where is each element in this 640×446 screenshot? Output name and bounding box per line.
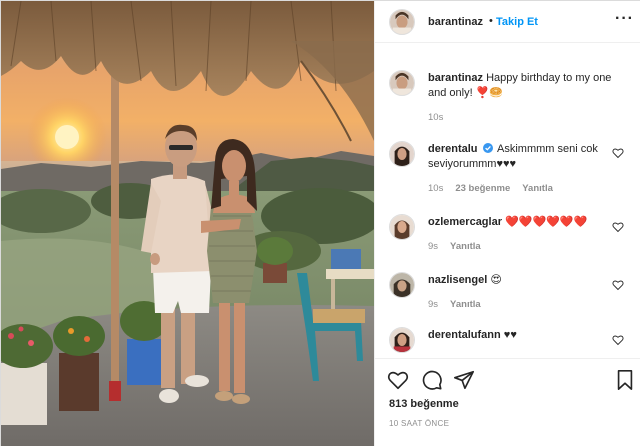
comment-avatar[interactable] xyxy=(389,327,415,353)
bookmark-icon[interactable] xyxy=(614,369,636,391)
comment-text: derentalufann ♥♥ xyxy=(428,328,618,343)
caption-time[interactable]: 10s xyxy=(428,112,443,123)
comment-text: nazlisengel 😍 xyxy=(428,273,618,288)
follow-button[interactable]: Takip Et xyxy=(496,16,538,28)
like-comment-heart-icon[interactable] xyxy=(612,221,624,233)
caption-avatar[interactable] xyxy=(389,70,415,96)
post-photo[interactable] xyxy=(1,1,374,446)
author-username[interactable]: barantinaz xyxy=(428,16,483,28)
comment-time[interactable]: 10s xyxy=(428,183,443,194)
heart-icon[interactable] xyxy=(387,369,409,391)
comment-avatar[interactable] xyxy=(389,141,415,167)
verified-badge-icon xyxy=(482,143,493,153)
instagram-post: barantinaz • Takip Et ··· barantinaz Hap… xyxy=(0,0,640,446)
share-icon[interactable] xyxy=(453,369,475,391)
comment-username[interactable]: ozlemercaglar xyxy=(428,216,502,228)
comment-text: ozlemercaglar ❤️❤️❤️❤️❤️❤️ xyxy=(428,215,618,230)
comment-username[interactable]: nazlisengel xyxy=(428,274,487,286)
separator-dot: • xyxy=(489,15,493,27)
comment-meta: 9s Yanıtla xyxy=(428,299,493,310)
likes-count[interactable]: 813 beğenme xyxy=(389,398,459,410)
post-side-panel: barantinaz • Takip Et ··· barantinaz Hap… xyxy=(374,1,640,446)
post-header: barantinaz • Takip Et ··· xyxy=(375,1,640,43)
comment-body: 😍 xyxy=(490,274,502,286)
comment-username[interactable]: derentalu xyxy=(428,143,478,155)
comment-time[interactable]: 9s xyxy=(428,241,438,252)
more-options-icon[interactable]: ··· xyxy=(615,10,634,28)
comment-username[interactable]: derentalufann xyxy=(428,329,501,341)
reply-button[interactable]: Yanıtla xyxy=(450,299,481,310)
comment-body: ♥♥ xyxy=(503,329,517,341)
like-comment-heart-icon[interactable] xyxy=(612,279,624,291)
comment-avatar[interactable] xyxy=(389,214,415,240)
post-actions: 813 beğenme 10 SAAT ÖNCE xyxy=(375,358,640,446)
caption-text: barantinaz Happy birthday to my one and … xyxy=(428,71,618,101)
author-avatar[interactable] xyxy=(389,9,415,35)
comment-icon[interactable] xyxy=(421,369,443,391)
caption-meta: 10s xyxy=(428,112,455,123)
comments-list[interactable]: barantinaz Happy birthday to my one and … xyxy=(375,43,640,358)
post-time-ago[interactable]: 10 SAAT ÖNCE xyxy=(389,419,449,428)
reply-button[interactable]: Yanıtla xyxy=(522,183,553,194)
comment-likes[interactable]: 23 beğenme xyxy=(455,183,510,194)
comment-time[interactable]: 9s xyxy=(428,299,438,310)
comment-body: ❤️❤️❤️❤️❤️❤️ xyxy=(505,216,588,228)
like-comment-heart-icon[interactable] xyxy=(612,334,624,346)
reply-button[interactable]: Yanıtla xyxy=(450,241,481,252)
comment-meta: 9s Yanıtla xyxy=(428,241,493,252)
like-comment-heart-icon[interactable] xyxy=(612,147,624,159)
comment-meta: 10s 23 beğenme Yanıtla xyxy=(428,183,565,194)
caption-username[interactable]: barantinaz xyxy=(428,72,483,84)
comment-text: derentalu Askimmmm seni cok seviyorummm♥… xyxy=(428,142,618,172)
comment-avatar[interactable] xyxy=(389,272,415,298)
